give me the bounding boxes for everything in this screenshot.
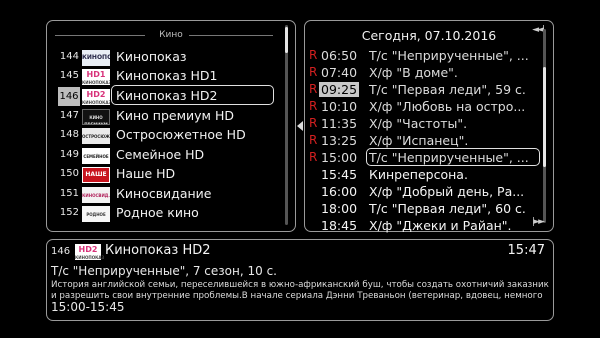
channel-name: Кинопоказ HD2 (116, 88, 218, 103)
channel-logo: СЕМЕЙНОЕ (82, 148, 110, 164)
scrollbar-thumb[interactable] (543, 67, 546, 167)
channel-number: 145 (59, 70, 79, 81)
record-mark: R (309, 150, 318, 164)
epg-item[interactable]: R 09:25 Т/с "Первая леди", 59 с. (309, 82, 547, 99)
program-info-panel: 146 HD2 КИНОПОКАЗ Кинопоказ HD2 15:47 Т/с… (46, 239, 554, 321)
epg-item[interactable]: R 10:10 Х/ф "Любовь на остро... (309, 99, 547, 116)
scrollbar-thumb[interactable] (285, 27, 288, 53)
epg-item-selected[interactable]: R 15:00 Т/с "Неприрученные", ... (309, 148, 547, 167)
info-channel-name: Кинопоказ HD2 (105, 243, 211, 258)
record-mark: R (309, 116, 318, 130)
channel-name: Родное кино (116, 205, 199, 220)
channel-item-selected[interactable]: 146 HD2 КИНОПОКАЗ Кинопоказ HD2 (55, 85, 274, 107)
epg-time: 18:45 (321, 218, 358, 233)
channel-name: Наше HD (116, 166, 176, 181)
channel-list-panel: Кино 144 КИНОПОКАЗ Кинопоказ 145 HD1КИНО… (46, 20, 296, 232)
clock: 15:47 (507, 243, 545, 258)
epg-item[interactable]: R 06:50 Т/с "Неприрученные", ... (309, 48, 547, 65)
channel-logo: HD1 КИНОПОКАЗ (82, 69, 110, 85)
epg-title: Т/с "Неприрученные", ... (369, 48, 529, 63)
epg-time-highlighted: 09:25 (319, 82, 360, 97)
epg-title: Кинреперсона. (369, 167, 468, 182)
program-description: История английской семьи, переселившейся… (51, 280, 549, 301)
epg-time: 15:45 (321, 167, 358, 182)
channel-item[interactable]: 151 КИНОСВИД. Киносвидание (55, 186, 271, 205)
program-title: Т/с "Неприрученные", 7 сезон, 10 с. (51, 264, 277, 278)
channel-number: 144 (59, 51, 79, 62)
channel-item[interactable]: 144 КИНОПОКАЗ Кинопоказ (55, 49, 271, 68)
channel-logo: HD2 КИНОПОКАЗ (82, 89, 110, 105)
epg-item[interactable]: 18:45 Х/ф "Джеки и Райан". (309, 218, 547, 235)
channel-name: Киносвидание (116, 186, 212, 201)
channel-name: Кинопоказ HD1 (116, 68, 218, 83)
channel-item[interactable]: 149 СЕМЕЙНОЕ Семейное HD (55, 147, 271, 166)
epg-time: 13:25 (321, 133, 358, 148)
record-mark: R (309, 65, 318, 79)
channel-name: Семейное HD (116, 147, 205, 162)
epg-item[interactable]: R 07:40 Х/ф "В доме". (309, 65, 547, 82)
epg-panel: ◄◄| Сегодня, 07.10.2016 R 06:50 Т/с "Неп… (304, 20, 554, 235)
arrow-left-icon[interactable] (297, 121, 303, 131)
channel-item[interactable]: 152 РОДНОЕ Родное кино (55, 205, 271, 224)
record-mark: R (309, 99, 318, 113)
channel-number: 146 (58, 87, 80, 106)
scrollbar-track[interactable] (285, 25, 288, 225)
epg-time: 06:50 (321, 48, 358, 63)
channel-logo: КИНОПОКАЗ (82, 50, 110, 66)
info-channel-number: 146 (51, 246, 71, 257)
info-channel-logo: HD2 КИНОПОКАЗ (75, 244, 105, 260)
epg-title: Х/ф "Частоты". (369, 116, 468, 131)
channel-number: 149 (59, 149, 79, 160)
epg-title: Х/ф "Испанец". (369, 133, 469, 148)
epg-title: Х/ф "Любовь на остро... (369, 99, 526, 114)
channel-name: Кино премиум HD (116, 108, 234, 123)
epg-time: 18:00 (321, 201, 358, 216)
epg-time: 10:10 (321, 99, 358, 114)
program-time-range: 15:00-15:45 (51, 300, 125, 314)
channel-logo: КИНОСВИД. (82, 187, 110, 203)
divider (189, 35, 273, 36)
epg-time: 07:40 (321, 65, 358, 80)
epg-title: Т/с "Первая леди", 59 с. (369, 82, 526, 97)
epg-time: 11:35 (321, 116, 358, 131)
channel-number: 148 (59, 129, 79, 140)
channel-name: Кинопоказ (116, 49, 187, 64)
channel-number: 151 (59, 188, 79, 199)
channel-logo: ОСТРОСЮЖ. (82, 128, 110, 144)
epg-title: Х/ф "В доме". (369, 65, 458, 80)
record-mark: R (309, 133, 318, 147)
epg-item[interactable]: 16:00 Х/ф "Добрый день, Ра... (309, 184, 547, 201)
epg-item[interactable]: R 11:35 Х/ф "Частоты". (309, 116, 547, 133)
channel-number: 147 (59, 110, 79, 121)
epg-title: Х/ф "Добрый день, Ра... (369, 184, 525, 199)
epg-title: Т/с "Первая леди", 60 с. (369, 201, 526, 216)
channel-item[interactable]: 148 ОСТРОСЮЖ. Остросюжетное HD (55, 127, 271, 146)
channel-logo: РОДНОЕ (82, 206, 110, 222)
skip-forward-icon[interactable]: |►► (532, 217, 545, 227)
channel-logo: КИНО ПРЕМИУМ (82, 109, 110, 125)
channel-item[interactable]: 147 КИНО ПРЕМИУМ Кино премиум HD (55, 108, 271, 127)
epg-title: Т/с "Неприрученные", ... (369, 150, 529, 165)
epg-time: 16:00 (321, 184, 358, 199)
channel-number: 150 (59, 168, 79, 179)
channel-item[interactable]: 150 НАШЕ Наше HD (55, 166, 271, 185)
epg-item[interactable]: 18:00 Т/с "Первая леди", 60 с. (309, 201, 547, 218)
record-mark: R (309, 82, 318, 96)
channel-number: 152 (59, 207, 79, 218)
epg-date: Сегодня, 07.10.2016 (361, 28, 497, 43)
epg-title: Х/ф "Джеки и Райан". (369, 218, 512, 233)
channel-logo: НАШЕ (82, 167, 110, 183)
epg-item[interactable]: 15:45 Кинреперсона. (309, 167, 547, 184)
record-mark: R (309, 48, 318, 62)
channel-name: Остросюжетное HD (116, 127, 246, 142)
epg-time: 15:00 (321, 150, 358, 165)
